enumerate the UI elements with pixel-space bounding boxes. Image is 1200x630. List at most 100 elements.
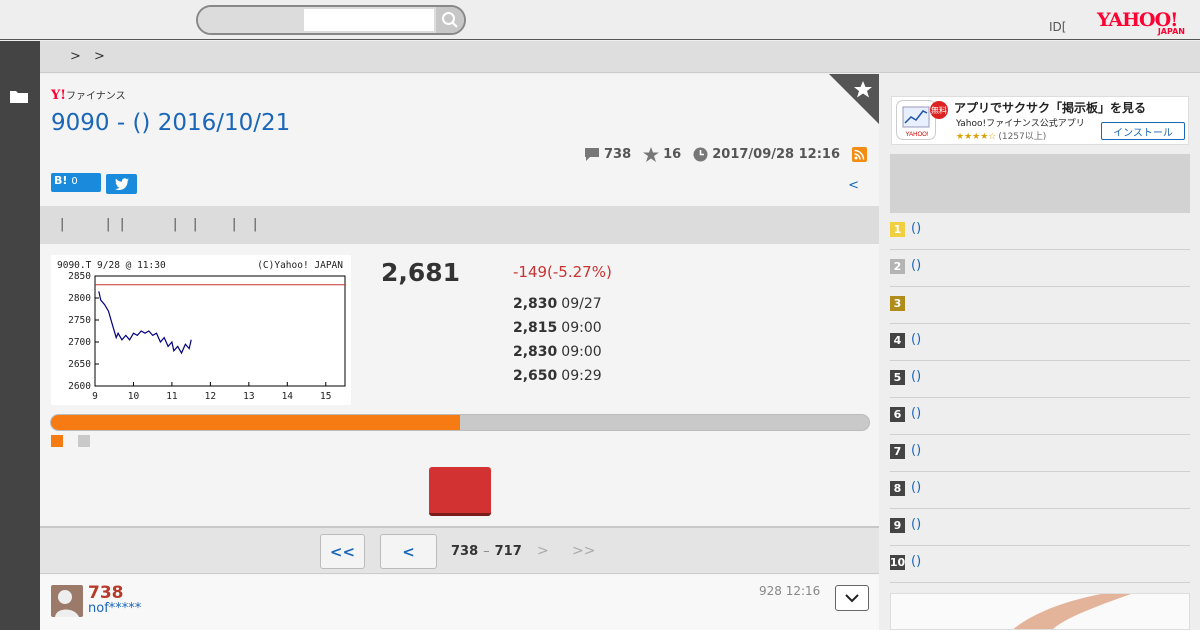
ranking-number: 9 — [890, 518, 905, 533]
ranking-number: 3 — [890, 296, 905, 311]
yahoo-japan-logo[interactable]: YAHOO! JAPAN — [1097, 10, 1189, 38]
ranking-label: () — [911, 517, 922, 532]
price-detail-time: 09:00 — [561, 320, 602, 336]
pager-range-from: 738 — [451, 544, 479, 559]
favorite-count: 16 — [663, 147, 682, 162]
folder-icon[interactable] — [10, 89, 28, 103]
ad-title: アプリでサクサク「掲示板」を見る — [954, 101, 1147, 115]
tab-bar: | | | | | | | — [40, 206, 879, 244]
ranking-item[interactable]: 1 () — [890, 213, 1190, 250]
comment-user[interactable]: nof***** — [88, 601, 141, 616]
chart-y-tick-label: 2650 — [68, 359, 91, 370]
chart-x-tick-label: 13 — [243, 391, 254, 402]
pager-next-button: > — [537, 543, 549, 559]
tab-separator: | — [120, 217, 125, 232]
ranking-number: 10 — [889, 555, 906, 570]
ranking-number: 5 — [890, 370, 905, 385]
finance-logo[interactable]: Y!ファイナンス — [51, 87, 126, 103]
search-button[interactable] — [436, 7, 464, 33]
app-ad-banner[interactable]: YAHOO! 無料 アプリでサクサク「掲示板」を見る Yahoo!ファイナンス公… — [891, 96, 1189, 145]
ranking-item[interactable]: 4 () — [890, 324, 1190, 361]
ranking-number: 7 — [890, 444, 905, 459]
tab-separator: | — [106, 217, 111, 232]
chart-plot-area — [94, 275, 346, 387]
vote-legend-sell — [78, 435, 90, 447]
price-detail-time: 09:29 — [561, 368, 602, 384]
clock-icon — [693, 147, 708, 162]
back-link[interactable]: < — [848, 178, 859, 193]
install-button[interactable]: インストール — [1101, 122, 1185, 140]
comment-menu-button[interactable] — [835, 585, 869, 611]
rss-button[interactable] — [852, 147, 867, 162]
pager-range: 738–717 — [451, 544, 522, 559]
ranking-number: 6 — [890, 407, 905, 422]
search-input[interactable] — [304, 9, 434, 31]
top-header: ID[ YAHOO! JAPAN — [0, 0, 1200, 40]
ranking-item[interactable]: 8 () — [890, 472, 1190, 509]
hatena-bookmark-button[interactable]: B! 0 — [51, 173, 101, 192]
comment-time: 928 12:16 — [759, 584, 821, 598]
ranking-label: () — [911, 258, 922, 273]
ranking-item[interactable]: 6 () — [890, 398, 1190, 435]
sentiment-vote-bar — [50, 414, 870, 431]
tab-separator: | — [60, 217, 65, 232]
search-box — [196, 5, 466, 35]
ad-subtitle: Yahoo!ファイナンス公式アプリ — [956, 119, 1085, 129]
chart-x-tick-label: 14 — [282, 391, 294, 402]
chart-y-tick-label: 2700 — [68, 337, 91, 348]
tab-separator: | — [173, 217, 178, 232]
pager-first-button[interactable]: << — [320, 534, 365, 569]
ranking-number: 1 — [890, 222, 905, 237]
avatar[interactable] — [51, 585, 83, 617]
favorite-corner-star-icon[interactable] — [829, 74, 879, 124]
price-chart-svg: 9090.T 9/28 @ 11:30 (C)Yahoo! JAPAN 2850… — [57, 260, 346, 402]
chevron-down-icon — [845, 593, 859, 602]
ranking-item[interactable]: 2 () — [890, 250, 1190, 287]
pager-last-button: >> — [572, 543, 596, 559]
chart-y-tick-label: 2800 — [68, 293, 91, 304]
chart-credit: (C)Yahoo! JAPAN — [257, 260, 343, 271]
price-detail-value: 2,830 — [513, 344, 558, 360]
price-detail-value: 2,815 — [513, 320, 558, 336]
ranking-label: () — [911, 221, 922, 236]
ranking-label: () — [911, 554, 922, 569]
ranking-label: () — [911, 480, 922, 495]
post-button[interactable] — [429, 467, 491, 516]
ranking-number: 4 — [890, 333, 905, 348]
ranking-item[interactable]: 5 () — [890, 361, 1190, 398]
thread-meta: 738 16 2017/09/28 12:16 — [578, 147, 867, 162]
sidebar: YAHOO! 無料 アプリでサクサク「掲示板」を見る Yahoo!ファイナンス公… — [879, 74, 1200, 630]
chart-x-tick-label: 9 — [92, 391, 98, 402]
login-link[interactable]: ID[ — [1049, 20, 1066, 34]
ranking-item[interactable]: 3 — [890, 287, 1190, 324]
sidebar-banner-placeholder — [890, 154, 1190, 213]
price-detail-row: 2,815 09:00 — [513, 320, 602, 336]
current-price: 2,681 — [381, 258, 461, 287]
sidebar-ad-image[interactable] — [890, 593, 1190, 630]
ad-image — [1013, 594, 1131, 629]
ranking-item[interactable]: 10 () — [890, 546, 1190, 583]
hatena-count: 0 — [71, 176, 78, 187]
ad-review-count: (1257以上) — [998, 132, 1047, 142]
ranking-item[interactable]: 7 () — [890, 435, 1190, 472]
twitter-share-button[interactable] — [106, 174, 137, 194]
ranking-item[interactable]: 9 () — [890, 509, 1190, 546]
chart-y-tick-label: 2850 — [68, 271, 91, 282]
hatena-label: B! — [54, 174, 68, 187]
breadcrumb-separator: > — [70, 49, 81, 64]
ranking-label: () — [911, 332, 922, 347]
price-detail-time: 09:00 — [561, 344, 602, 360]
logo-sub: JAPAN — [1157, 27, 1185, 36]
breadcrumb-separator: > — [94, 49, 105, 64]
twitter-icon — [114, 178, 129, 190]
price-chart[interactable]: 9090.T 9/28 @ 11:30 (C)Yahoo! JAPAN 2850… — [51, 255, 351, 405]
ranking-label: () — [911, 369, 922, 384]
chart-x-tick-label: 15 — [320, 391, 331, 402]
pager-prev-button[interactable]: < — [380, 534, 437, 569]
free-badge: 無料 — [930, 101, 948, 119]
search-category-select[interactable] — [198, 7, 304, 33]
chart-x-tick-label: 11 — [166, 391, 178, 402]
ranking-number: 2 — [890, 259, 905, 274]
comment-number[interactable]: 738 — [88, 583, 124, 603]
ranking-label: () — [911, 443, 922, 458]
